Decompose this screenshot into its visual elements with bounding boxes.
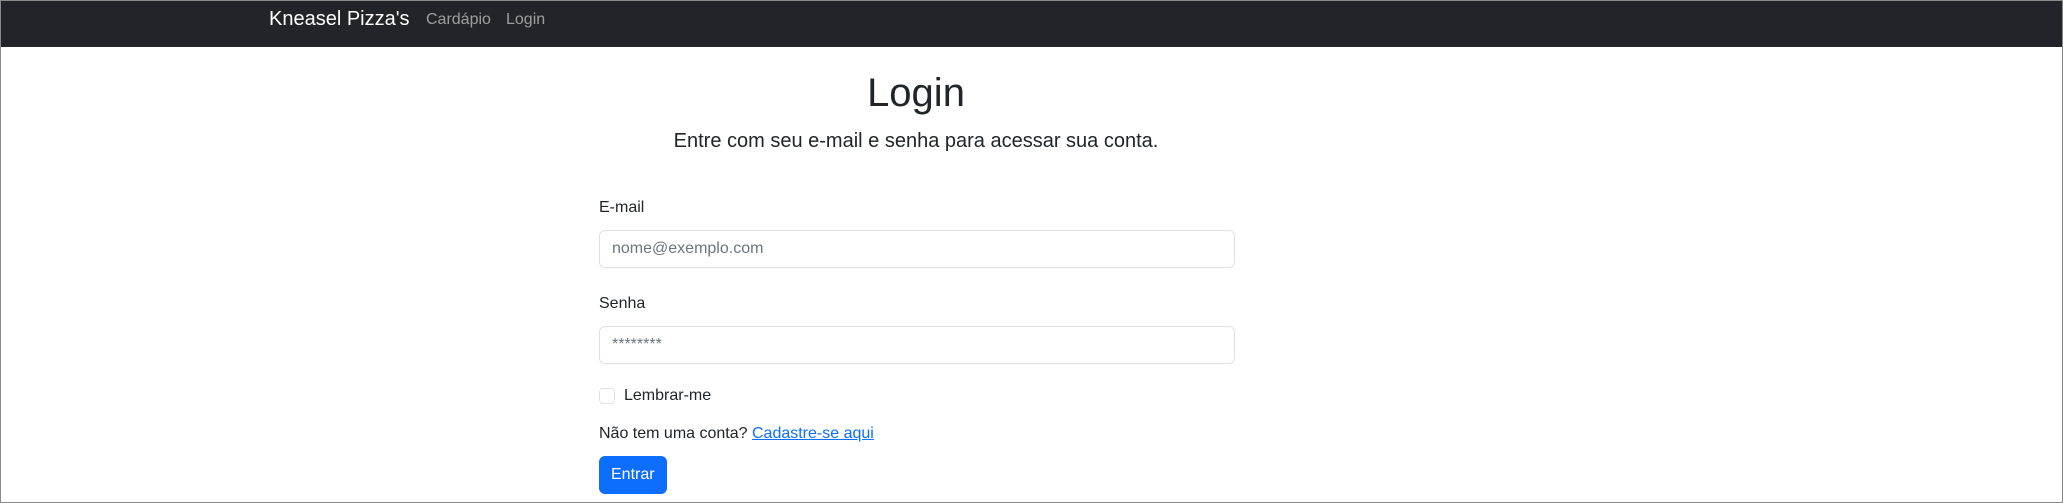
page-title: Login <box>867 71 965 115</box>
brand-link[interactable]: Kneasel Pizza's <box>269 8 410 31</box>
page-subtitle: Entre com seu e-mail e senha para acessa… <box>673 130 1159 152</box>
nav-link-login[interactable]: Login <box>506 11 545 29</box>
password-input[interactable] <box>599 326 1235 364</box>
email-input[interactable] <box>599 230 1235 268</box>
signup-link[interactable]: Cadastre-se aqui <box>752 425 874 442</box>
signup-prompt: Não tem uma conta? Cadastre-se aqui <box>599 425 1235 447</box>
navbar: Kneasel Pizza's Cardápio Login <box>1 1 2062 47</box>
signup-text: Não tem uma conta? <box>599 425 748 442</box>
remember-me-checkbox[interactable] <box>599 388 615 404</box>
login-form: E-mail Senha Lembrar-me Não tem uma cont… <box>599 199 1235 494</box>
email-label: E-mail <box>599 199 645 216</box>
submit-button[interactable]: Entrar <box>599 456 667 494</box>
password-label: Senha <box>599 295 646 312</box>
remember-me-label: Lembrar-me <box>624 387 712 404</box>
nav-link-cardapio[interactable]: Cardápio <box>426 11 491 29</box>
remember-me: Lembrar-me <box>599 385 1235 407</box>
